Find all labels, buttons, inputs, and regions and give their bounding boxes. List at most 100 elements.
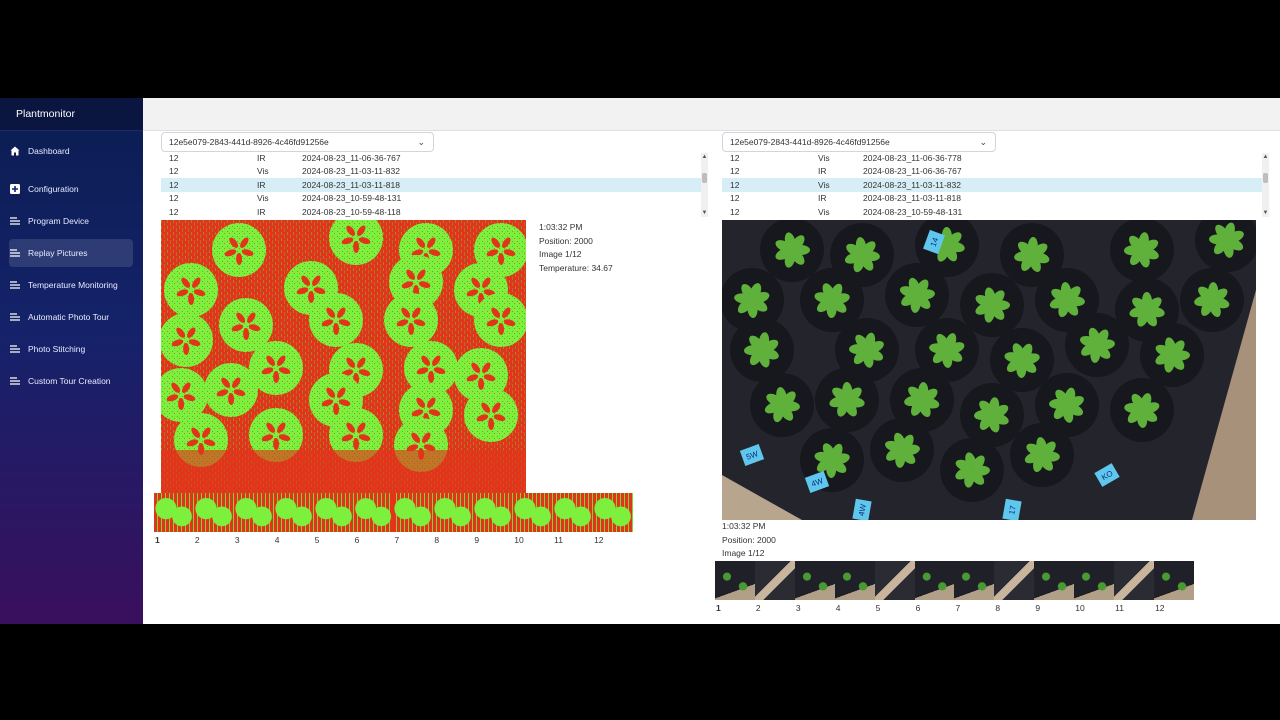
- list-item[interactable]: 12 IR 2024-08-23_11-06-36-767: [161, 151, 701, 165]
- page-number[interactable]: 11: [554, 535, 563, 545]
- page-number[interactable]: 9: [474, 535, 479, 545]
- plant-pot: [960, 383, 1024, 447]
- select-value: 12e5e079-2843-441d-8926-4c46fd91256e: [730, 137, 890, 147]
- ir-plant: [309, 293, 363, 347]
- home-icon: [10, 146, 20, 156]
- page-number[interactable]: 6: [916, 603, 921, 613]
- sidebar-item-photo-stitching[interactable]: Photo Stitching: [9, 335, 133, 363]
- thumbnail[interactable]: [353, 493, 394, 532]
- thumbnail[interactable]: [794, 561, 835, 600]
- scroll-down-icon[interactable]: ▼: [1262, 210, 1269, 216]
- list-item-selected[interactable]: 12 IR 2024-08-23_11-03-11-818: [161, 178, 701, 192]
- page-number[interactable]: 7: [956, 603, 961, 613]
- thumbnail[interactable]: [954, 561, 995, 600]
- left-image-info: 1:03:32 PM Position: 2000 Image 1/12 Tem…: [539, 221, 613, 275]
- page-number[interactable]: 6: [355, 535, 360, 545]
- thumbnail[interactable]: [513, 493, 554, 532]
- left-list-scrollbar[interactable]: ▲ ▼: [701, 153, 708, 217]
- ir-plant: [212, 223, 266, 277]
- thumbnail[interactable]: [433, 493, 474, 532]
- thumbnail[interactable]: [1074, 561, 1115, 600]
- row-id: 12: [730, 179, 740, 190]
- page-number[interactable]: 10: [514, 535, 523, 545]
- right-list-scrollbar[interactable]: ▲ ▼: [1262, 153, 1269, 217]
- lines-icon: [10, 248, 20, 258]
- page-number[interactable]: 2: [756, 603, 761, 613]
- thumbnail[interactable]: [1034, 561, 1075, 600]
- thumbnail[interactable]: [313, 493, 354, 532]
- sidebar-item-configuration[interactable]: Configuration: [9, 175, 133, 203]
- page-number[interactable]: 12: [1155, 603, 1164, 613]
- page-number[interactable]: 5: [315, 535, 320, 545]
- row-id: 12: [730, 152, 740, 163]
- list-item[interactable]: 12 IR 2024-08-23_10-59-48-118: [161, 205, 701, 218]
- scroll-thumb[interactable]: [1263, 173, 1268, 183]
- thumbnail[interactable]: [233, 493, 274, 532]
- thumbnail[interactable]: [834, 561, 875, 600]
- top-bar: [143, 98, 1280, 131]
- page-number[interactable]: 2: [195, 535, 200, 545]
- scroll-up-icon[interactable]: ▲: [701, 154, 708, 160]
- thumbnail[interactable]: [193, 493, 234, 532]
- thumbnail[interactable]: [393, 493, 434, 532]
- thumbnail[interactable]: [154, 493, 194, 532]
- scroll-up-icon[interactable]: ▲: [1262, 154, 1269, 160]
- sidebar-item-program-device[interactable]: Program Device: [9, 207, 133, 235]
- thumbnail[interactable]: [874, 561, 915, 600]
- thumbnail[interactable]: [1153, 561, 1194, 600]
- page-number[interactable]: 12: [594, 535, 603, 545]
- list-item[interactable]: 12 Vis 2024-08-23_11-06-36-778: [722, 151, 1262, 165]
- list-item[interactable]: 12 IR 2024-08-23_11-03-11-818: [722, 192, 1262, 206]
- list-item[interactable]: 12 Vis 2024-08-23_10-59-48-131: [722, 205, 1262, 218]
- list-item[interactable]: 12 Vis 2024-08-23_10-59-48-131: [161, 192, 701, 206]
- thumbnail[interactable]: [553, 493, 593, 532]
- ir-plant: [161, 313, 213, 367]
- right-thumbnail-strip: [715, 561, 1194, 600]
- list-item-selected[interactable]: 12 Vis 2024-08-23_11-03-11-832: [722, 178, 1262, 192]
- page-number[interactable]: 5: [876, 603, 881, 613]
- thumbnail[interactable]: [754, 561, 795, 600]
- sidebar: Plantmonitor Dashboard Configuration Pro…: [0, 98, 143, 624]
- thumbnail[interactable]: [914, 561, 955, 600]
- page-number[interactable]: 4: [836, 603, 841, 613]
- row-type: Vis: [818, 206, 830, 217]
- row-type: IR: [257, 152, 266, 163]
- row-id: 12: [169, 206, 179, 217]
- thumbnail[interactable]: [592, 493, 633, 532]
- thumbnail[interactable]: [273, 493, 314, 532]
- sidebar-item-dashboard[interactable]: Dashboard: [9, 137, 133, 165]
- sidebar-item-label: Automatic Photo Tour: [28, 312, 110, 322]
- page-number[interactable]: 7: [395, 535, 400, 545]
- ir-plant: [474, 293, 526, 347]
- page-number[interactable]: 3: [796, 603, 801, 613]
- page-number[interactable]: 4: [275, 535, 280, 545]
- plant-pot: [940, 438, 1004, 502]
- row-type: IR: [257, 179, 266, 190]
- page-number[interactable]: 9: [1035, 603, 1040, 613]
- scroll-down-icon[interactable]: ▼: [701, 210, 708, 216]
- scroll-thumb[interactable]: [702, 173, 707, 183]
- sidebar-item-label: Temperature Monitoring: [28, 280, 118, 290]
- right-session-select[interactable]: 12e5e079-2843-441d-8926-4c46fd91256e ⌄: [722, 132, 996, 152]
- list-item[interactable]: 12 IR 2024-08-23_11-06-36-767: [722, 165, 1262, 179]
- page-number[interactable]: 1: [155, 535, 160, 545]
- left-session-select[interactable]: 12e5e079-2843-441d-8926-4c46fd91256e ⌄: [161, 132, 434, 152]
- thumbnail[interactable]: [473, 493, 514, 532]
- sidebar-item-replay-pictures[interactable]: Replay Pictures: [9, 239, 133, 267]
- page-number[interactable]: 11: [1115, 603, 1124, 613]
- page-number[interactable]: 3: [235, 535, 240, 545]
- plant-pot: [730, 318, 794, 382]
- page-number[interactable]: 1: [716, 603, 721, 613]
- thumbnail[interactable]: [715, 561, 755, 600]
- sidebar-item-automatic-photo-tour[interactable]: Automatic Photo Tour: [9, 303, 133, 331]
- sidebar-item-temperature-monitoring[interactable]: Temperature Monitoring: [9, 271, 133, 299]
- sidebar-item-custom-tour-creation[interactable]: Custom Tour Creation: [9, 367, 133, 395]
- plant-pot: [1140, 323, 1204, 387]
- page-number[interactable]: 8: [434, 535, 439, 545]
- thumbnail[interactable]: [994, 561, 1035, 600]
- ir-plant: [384, 293, 438, 347]
- list-item[interactable]: 12 Vis 2024-08-23_11-03-11-832: [161, 165, 701, 179]
- thumbnail[interactable]: [1114, 561, 1154, 600]
- page-number[interactable]: 8: [995, 603, 1000, 613]
- page-number[interactable]: 10: [1075, 603, 1084, 613]
